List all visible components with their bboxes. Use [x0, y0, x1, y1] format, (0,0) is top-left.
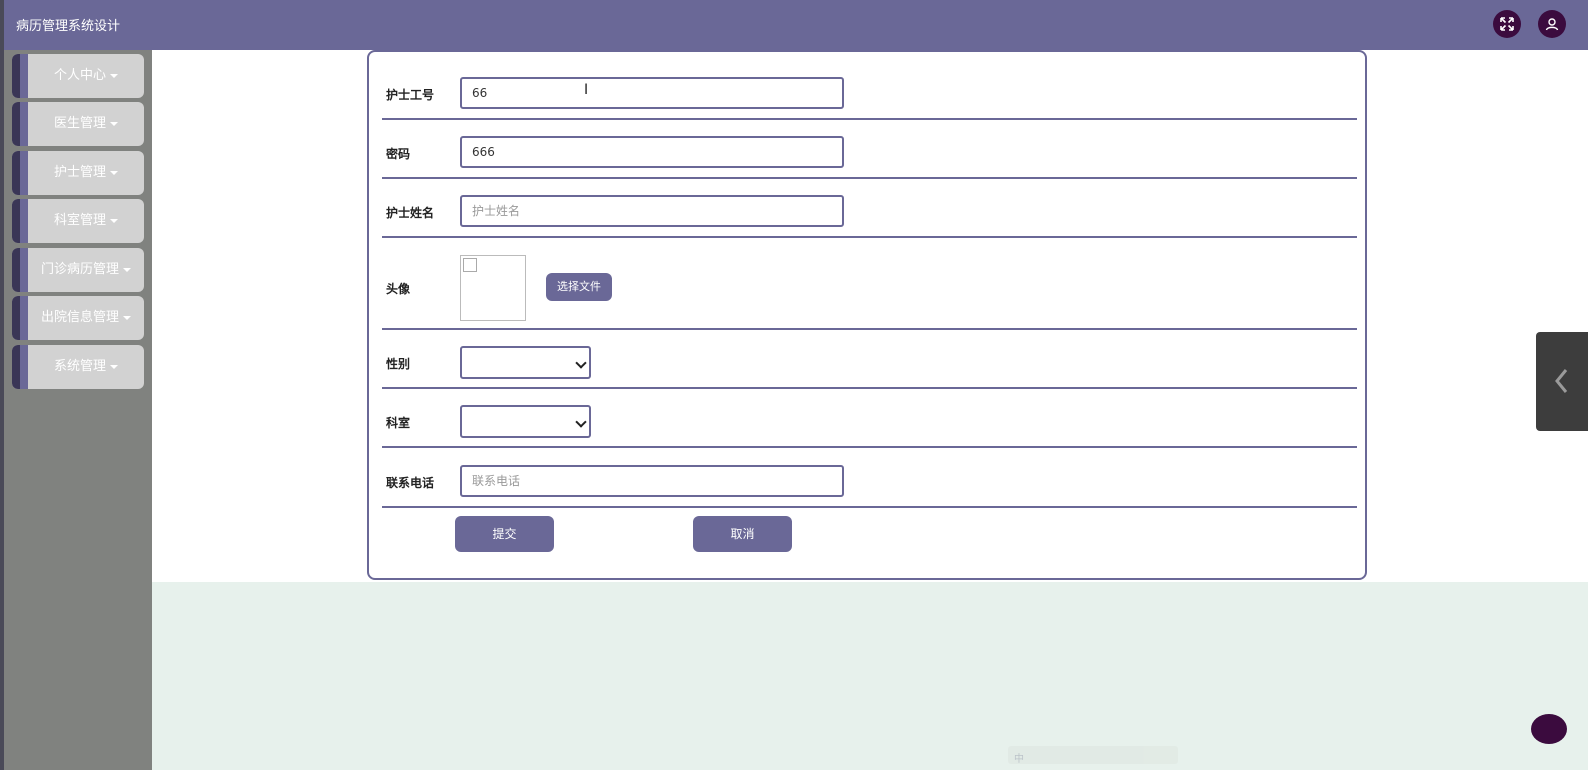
gender-label: 性别 [386, 357, 411, 371]
sidebar-item-doctor-management[interactable]: 医生管理 [12, 102, 144, 146]
nurse-form: 护士工号 密码 护士姓名 头像 选择文件 性别 科室 联系电话 提交 取消 [367, 50, 1367, 580]
caret-down-icon [110, 170, 118, 175]
caret-down-icon [110, 364, 118, 369]
user-icon[interactable] [1538, 10, 1566, 38]
row-divider [382, 446, 1357, 448]
nurse-id-label: 护士工号 [386, 88, 435, 102]
avatar-label: 头像 [386, 282, 411, 296]
caret-down-icon [110, 73, 118, 78]
password-input[interactable] [460, 136, 844, 168]
sidebar-item-nurse-management[interactable]: 护士管理 [12, 151, 144, 195]
caret-down-icon [123, 315, 131, 320]
sidebar-item-outpatient-records[interactable]: 门诊病历管理 [12, 248, 144, 292]
sidebar-item-label: 护士管理 [53, 165, 106, 180]
phone-input[interactable] [460, 465, 844, 497]
submit-button[interactable]: 提交 [455, 516, 554, 552]
cancel-button[interactable]: 取消 [693, 516, 792, 552]
chevron-down-icon [575, 357, 587, 369]
caret-down-icon [123, 267, 131, 272]
avatar-preview [460, 255, 526, 321]
chevron-left-icon [1555, 369, 1568, 393]
row-divider [382, 506, 1357, 508]
row-divider [382, 177, 1357, 179]
top-bar: 病历管理系统设计 [4, 0, 1588, 50]
text-cursor-icon: I [584, 82, 589, 98]
password-label: 密码 [386, 147, 411, 161]
chevron-down-icon [575, 416, 587, 428]
phone-label: 联系电话 [386, 476, 435, 490]
app-title: 病历管理系统设计 [16, 19, 121, 34]
sidebar-item-label: 个人中心 [53, 68, 106, 83]
nurse-name-label: 护士姓名 [386, 206, 435, 220]
row-divider [382, 236, 1357, 238]
sidebar-item-discharge-info[interactable]: 出院信息管理 [12, 296, 144, 340]
department-select[interactable] [460, 405, 591, 438]
sidebar-item-label: 系统管理 [53, 359, 106, 374]
nurse-name-input[interactable] [460, 195, 844, 227]
sidebar-item-label: 门诊病历管理 [40, 262, 119, 277]
department-label: 科室 [386, 416, 411, 430]
sidebar-item-label: 科室管理 [53, 213, 106, 228]
sidebar: 个人中心 医生管理 护士管理 科室管理 门诊病历管理 出院信息管理 系统管理 [4, 50, 152, 770]
sidebar-item-system-management[interactable]: 系统管理 [12, 345, 144, 389]
caret-down-icon [110, 218, 118, 223]
row-divider [382, 118, 1357, 120]
caret-down-icon [110, 121, 118, 126]
broken-image-icon [463, 258, 477, 272]
sidebar-item-personal-center[interactable]: 个人中心 [12, 54, 144, 98]
row-divider [382, 328, 1357, 330]
chat-bubble-icon[interactable] [1531, 714, 1567, 744]
ime-toolbar[interactable]: 中 [1008, 746, 1178, 765]
choose-file-button[interactable]: 选择文件 [546, 273, 612, 301]
fullscreen-icon[interactable] [1493, 10, 1521, 38]
sidebar-item-label: 医生管理 [53, 116, 106, 131]
side-panel-toggle[interactable] [1536, 332, 1588, 431]
gender-select[interactable] [460, 346, 591, 379]
nurse-id-input[interactable] [460, 77, 844, 109]
sidebar-item-department-management[interactable]: 科室管理 [12, 199, 144, 243]
ime-mode-icon: 中 [1014, 754, 1024, 765]
row-divider [382, 387, 1357, 389]
sidebar-item-label: 出院信息管理 [40, 310, 119, 325]
